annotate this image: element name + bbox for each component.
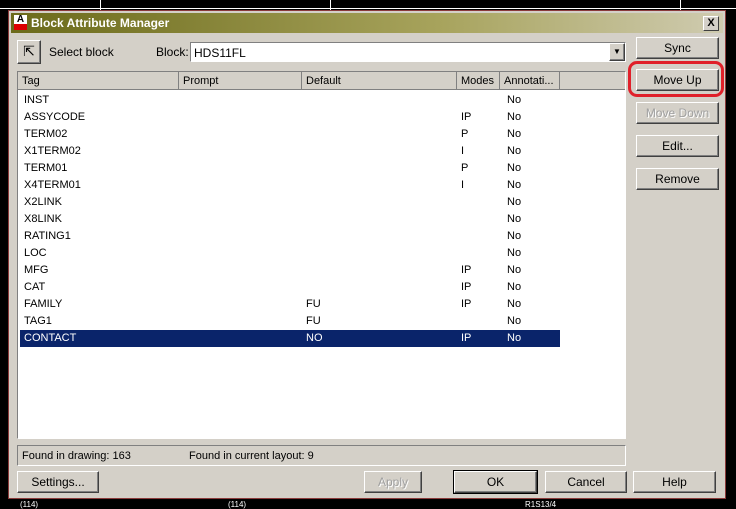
table-row[interactable]: CAT IP No [20, 279, 560, 296]
status-bar: Found in drawing: 163 Found in current l… [17, 445, 626, 466]
cell-tag: X8LINK [24, 213, 62, 225]
close-button[interactable]: X [703, 16, 719, 31]
found-in-layout: Found in current layout: 9 [189, 450, 314, 462]
cell-tag: LOC [24, 247, 47, 259]
cell-tag: TAG1 [24, 315, 52, 327]
cell-annot: No [507, 213, 522, 225]
cell-modes: P [461, 162, 469, 174]
cell-tag: TERM01 [24, 162, 68, 174]
table-row[interactable]: X8LINK No [20, 211, 560, 228]
cell-modes: IP [461, 111, 472, 123]
cell-annot: No [507, 230, 522, 242]
cell-modes: I [461, 145, 465, 157]
table-row[interactable]: INST No [20, 92, 560, 109]
cad-label: (114) [228, 500, 247, 509]
cell-tag: ASSYCODE [24, 111, 86, 123]
cell-annot: No [507, 264, 522, 276]
column-header-modes[interactable]: Modes [457, 72, 500, 90]
cell-annot: No [507, 145, 522, 157]
cad-line [100, 0, 101, 10]
dialog-title: Block Attribute Manager [31, 16, 170, 30]
cell-annot: No [507, 247, 522, 259]
cell-modes: IP [461, 264, 472, 276]
pick-cursor-icon: ⇱ [23, 43, 35, 59]
cad-line [680, 0, 681, 10]
cell-tag: CONTACT [24, 332, 77, 344]
title-bar[interactable]: A Block Attribute Manager X [11, 13, 723, 33]
cad-label: R1S13/4 [525, 500, 557, 509]
cell-annot: No [507, 128, 522, 140]
block-value: HDS11FL [194, 46, 246, 60]
apply-button[interactable]: Apply [364, 471, 422, 493]
column-header-prompt[interactable]: Prompt [179, 72, 302, 90]
select-block-button[interactable]: ⇱ [17, 40, 41, 64]
cell-tag: X1TERM02 [24, 145, 81, 157]
cell-modes: IP [461, 281, 472, 293]
cell-tag: MFG [24, 264, 49, 276]
cell-tag: INST [24, 94, 50, 106]
cell-tag: TERM02 [24, 128, 68, 140]
cell-annot: No [507, 94, 522, 106]
cell-tag: CAT [24, 281, 46, 293]
cancel-button[interactable]: Cancel [545, 471, 627, 493]
cell-annot: No [507, 111, 522, 123]
remove-button[interactable]: Remove [636, 168, 719, 190]
column-header-annotative[interactable]: Annotati... [500, 72, 560, 90]
move-down-button[interactable]: Move Down [636, 102, 719, 124]
cell-default: FU [306, 315, 321, 327]
cell-default: NO [306, 332, 323, 344]
cell-annot: No [507, 315, 522, 327]
settings-button[interactable]: Settings... [17, 471, 99, 493]
cad-line [330, 0, 331, 10]
cell-modes: IP [461, 298, 472, 310]
column-header-filler [560, 72, 625, 90]
column-header-tag[interactable]: Tag [18, 72, 179, 90]
cell-annot: No [507, 196, 522, 208]
attribute-list[interactable]: Tag Prompt Default Modes Annotati... INS… [17, 71, 626, 439]
cell-modes: P [461, 128, 469, 140]
table-row[interactable]: FAMILY FU IP No [20, 296, 560, 313]
cell-modes: IP [461, 332, 472, 344]
table-row[interactable]: TAG1 FU No [20, 313, 560, 330]
table-row[interactable]: TERM02 P No [20, 126, 560, 143]
cell-tag: RATING1 [24, 230, 71, 242]
highlight-annotation [628, 61, 724, 97]
cell-tag: FAMILY [24, 298, 63, 310]
block-label: Block: [156, 45, 189, 59]
help-button[interactable]: Help [633, 471, 716, 493]
found-in-drawing: Found in drawing: 163 [22, 450, 131, 462]
table-row[interactable]: X1TERM02 I No [20, 143, 560, 160]
cell-tag: X4TERM01 [24, 179, 81, 191]
cell-annot: No [507, 179, 522, 191]
sync-button[interactable]: Sync [636, 37, 719, 59]
table-row[interactable]: X4TERM01 I No [20, 177, 560, 194]
cad-line [0, 8, 736, 9]
cell-annot: No [507, 298, 522, 310]
table-row[interactable]: LOC No [20, 245, 560, 262]
table-row[interactable]: TERM01 P No [20, 160, 560, 177]
ok-button[interactable]: OK [453, 470, 538, 494]
block-dropdown[interactable]: HDS11FL ▼ [190, 42, 626, 62]
cell-tag: X2LINK [24, 196, 62, 208]
cad-label: (114) [20, 500, 39, 509]
table-row[interactable]: X2LINK No [20, 194, 560, 211]
select-block-label: Select block [49, 45, 114, 59]
chevron-down-icon[interactable]: ▼ [609, 43, 625, 61]
block-attribute-manager-dialog: A Block Attribute Manager X ⇱ Select blo… [8, 10, 726, 499]
edit-button[interactable]: Edit... [636, 135, 719, 157]
autocad-icon: A [14, 15, 27, 30]
cell-annot: No [507, 281, 522, 293]
table-row[interactable]: RATING1 No [20, 228, 560, 245]
cell-default: FU [306, 298, 321, 310]
cell-annot: No [507, 332, 522, 344]
cell-modes: I [461, 179, 465, 191]
cell-annot: No [507, 162, 522, 174]
table-row[interactable]: CONTACT NO IP No [19, 329, 561, 348]
column-header-default[interactable]: Default [302, 72, 457, 90]
table-row[interactable]: ASSYCODE IP No [20, 109, 560, 126]
table-row[interactable]: MFG IP No [20, 262, 560, 279]
